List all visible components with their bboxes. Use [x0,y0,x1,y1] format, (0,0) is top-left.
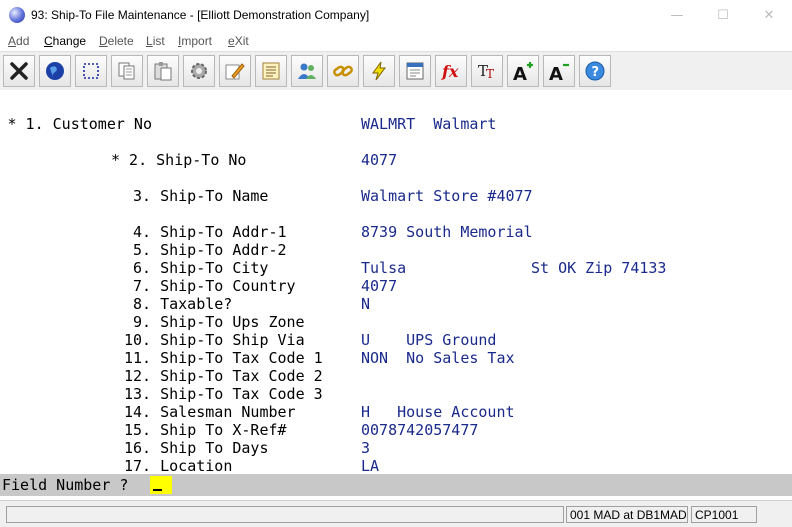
svg-text:T: T [486,67,494,81]
label-location: 17. Location [124,457,233,475]
field-number-input[interactable] [150,476,172,494]
toolbar: fx TT A A ? [0,51,792,91]
value-ship-to-no[interactable]: 4077 [361,151,397,169]
status-empty [761,507,789,524]
label-tax-code-1: 11. Ship-To Tax Code 1 [124,349,323,367]
label-xref: 15. Ship To X-Ref# [124,421,287,439]
link-icon[interactable] [327,55,359,87]
form-screen: * 1. Customer No WALMRT Walmart * 2. Shi… [0,90,792,475]
value-country[interactable]: 4077 [361,277,397,295]
value-addr1[interactable]: 8739 South Memorial [361,223,533,241]
svg-text:?: ? [592,65,600,80]
paste-icon[interactable] [147,55,179,87]
help-icon[interactable]: ? [579,55,611,87]
font-larger-icon[interactable]: A [507,55,539,87]
label-addr1: 4. Ship-To Addr-1 [133,223,287,241]
label-taxable: 8. Taxable? [133,295,233,313]
value-state-zip[interactable]: St OK Zip 74133 [531,259,666,277]
status-code: CP1001 [691,506,757,523]
app-icon [9,7,25,23]
status-message [6,506,564,523]
menu-change[interactable]: Change [44,34,86,48]
label-addr2: 5. Ship-To Addr-2 [133,241,287,259]
users-icon[interactable] [291,55,323,87]
menu-bar: Add Change Delete List Import eXit [0,31,792,51]
font-smaller-icon[interactable]: A [543,55,575,87]
label-days: 16. Ship To Days [124,439,269,457]
value-salesman[interactable]: H House Account [361,403,515,421]
report-icon[interactable] [399,55,431,87]
svg-text:A: A [513,64,527,82]
label-tax-code-2: 12. Ship-To Tax Code 2 [124,367,323,385]
text-cursor [153,489,162,491]
close-window-button[interactable]: ✕ [746,0,792,31]
edit-icon[interactable] [219,55,251,87]
font-icon[interactable]: TT [471,55,503,87]
label-tax-code-3: 13. Ship-To Tax Code 3 [124,385,323,403]
value-tax-code-1[interactable]: NON No Sales Tax [361,349,515,367]
menu-add[interactable]: Add [8,34,29,48]
lightning-icon[interactable] [363,55,395,87]
globe-icon[interactable] [39,55,71,87]
value-customer-no[interactable]: WALMRT Walmart [361,115,496,133]
label-salesman: 14. Salesman Number [124,403,296,421]
title-bar: 93: Ship-To File Maintenance - [Elliott … [0,0,792,32]
menu-import[interactable]: Import [178,34,212,48]
status-company: 001 MAD at DB1MAD [566,506,688,523]
close-icon[interactable] [3,55,35,87]
label-ship-via: 10. Ship-To Ship Via [124,331,305,349]
function-icon[interactable]: fx [435,55,467,87]
label-ship-to-name: 3. Ship-To Name [133,187,269,205]
window-title: 93: Ship-To File Maintenance - [Elliott … [31,8,370,22]
label-country: 7. Ship-To Country [133,277,296,295]
value-ship-via[interactable]: U UPS Ground [361,331,496,349]
copy-icon[interactable] [111,55,143,87]
minimize-button[interactable]: — [654,0,700,31]
value-city[interactable]: Tulsa [361,259,406,277]
notes-icon[interactable] [255,55,287,87]
settings-icon[interactable] [183,55,215,87]
value-days[interactable]: 3 [361,439,370,457]
label-customer-no: * 1. Customer No [7,115,153,133]
svg-text:A: A [549,64,563,82]
field-number-prompt: Field Number ? [2,476,129,494]
menu-exit[interactable]: eXit [228,34,249,48]
value-taxable[interactable]: N [361,295,370,313]
label-ups-zone: 9. Ship-To Ups Zone [133,313,305,331]
value-location[interactable]: LA [361,457,379,475]
prompt-bar: Field Number ? [0,474,792,496]
svg-text:fx: fx [441,62,459,81]
label-city: 6. Ship-To City [133,259,269,277]
select-icon[interactable] [75,55,107,87]
menu-delete[interactable]: Delete [99,34,134,48]
menu-list[interactable]: List [146,34,165,48]
value-xref[interactable]: 0078742057477 [361,421,478,439]
maximize-button[interactable]: ☐ [700,0,746,31]
value-ship-to-name[interactable]: Walmart Store #4077 [361,187,533,205]
status-bar: 001 MAD at DB1MAD CP1001 [0,500,792,527]
